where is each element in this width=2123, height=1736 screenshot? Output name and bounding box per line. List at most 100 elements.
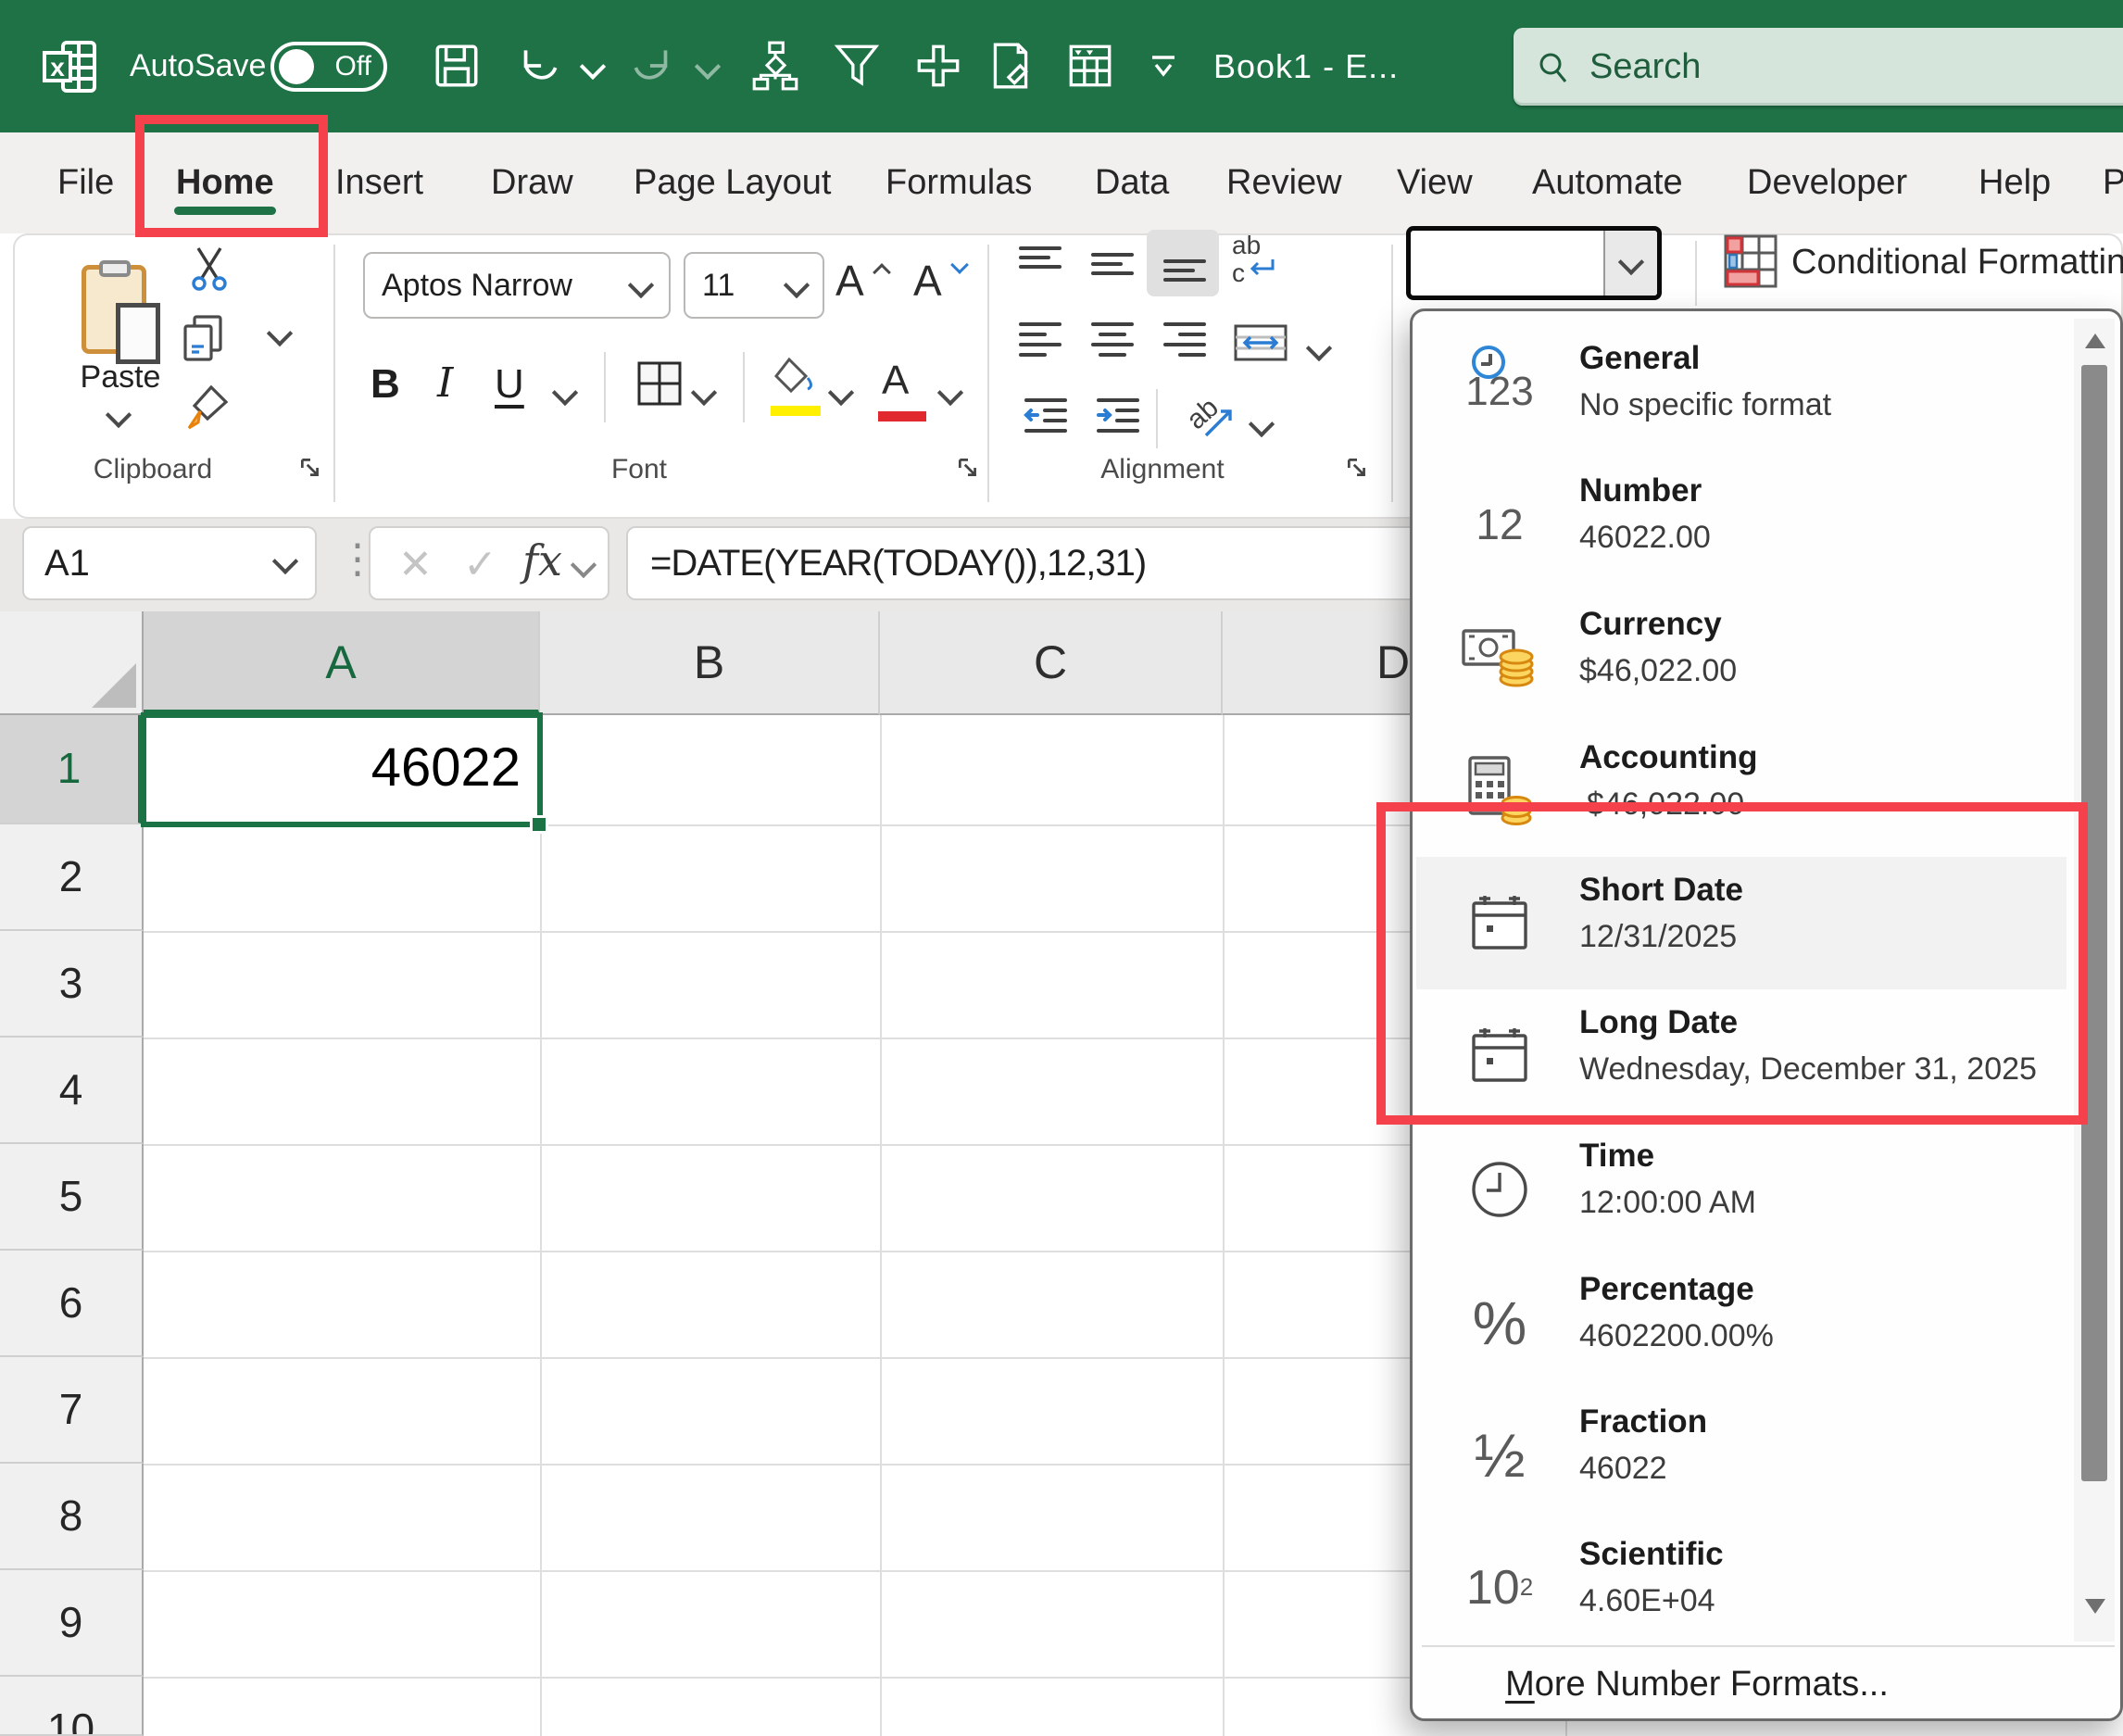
row-header-1[interactable]: 1 — [0, 715, 144, 824]
scroll-down-icon[interactable] — [2085, 1599, 2105, 1614]
excel-logo-icon: x — [41, 37, 100, 101]
orientation-icon[interactable]: ab — [1187, 398, 1218, 430]
clipboard-dialog-launcher-icon[interactable] — [298, 456, 322, 480]
tab-view[interactable]: View — [1397, 132, 1473, 233]
fx-dropdown-icon[interactable] — [571, 552, 597, 578]
name-box-dropdown-icon[interactable] — [272, 548, 298, 574]
tab-developer[interactable]: Developer — [1747, 132, 1907, 233]
row-header-6[interactable]: 6 — [0, 1251, 144, 1357]
clipboard-group-label: Clipboard — [56, 454, 250, 485]
row-header-3[interactable]: 3 — [0, 931, 144, 1038]
tab-insert[interactable]: Insert — [335, 132, 423, 233]
shrink-font-button[interactable]: A — [913, 256, 964, 306]
more-number-formats-button[interactable]: More Number Formats... — [1413, 1647, 2120, 1717]
currency-icon — [1444, 591, 1555, 723]
decrease-indent-icon[interactable] — [1021, 393, 1071, 447]
select-all-corner[interactable] — [0, 611, 144, 715]
font-dialog-launcher-icon[interactable] — [956, 456, 980, 480]
menu-item-fraction[interactable]: ½ Fraction 46022 — [1416, 1389, 2066, 1521]
conditional-formatting-icon[interactable] — [1723, 233, 1778, 294]
format-painter-icon[interactable] — [180, 382, 233, 440]
italic-button[interactable]: I — [437, 359, 453, 407]
font-name-combo[interactable]: Aptos Narrow — [363, 252, 671, 319]
copy-icon[interactable] — [176, 311, 232, 371]
enter-icon[interactable]: ✓ — [463, 541, 497, 588]
bold-button[interactable]: B — [371, 361, 400, 408]
item-example: 12:00:00 AM — [1579, 1185, 1756, 1221]
row-header-9[interactable]: 9 — [0, 1570, 144, 1677]
document-title[interactable]: Book1 - E... — [1213, 0, 1399, 132]
menu-item-time[interactable]: Time 12:00:00 AM — [1416, 1123, 2066, 1255]
row-header-7[interactable]: 7 — [0, 1357, 144, 1464]
paste-button[interactable]: Paste — [56, 359, 185, 396]
merge-center-icon[interactable] — [1232, 317, 1289, 371]
table-icon[interactable] — [1063, 39, 1117, 93]
wrap-text-icon[interactable]: ab c — [1232, 233, 1276, 285]
customize-qat-icon[interactable] — [1145, 52, 1182, 90]
align-right-icon[interactable] — [1160, 317, 1210, 371]
align-left-icon[interactable] — [1015, 317, 1065, 371]
menu-item-number[interactable]: 12 Number 46022.00 — [1416, 458, 2066, 590]
menu-item-currency[interactable]: Currency $46,022.00 — [1416, 591, 2066, 723]
autosave-state: Off — [335, 45, 371, 88]
redo-icon[interactable] — [626, 39, 680, 93]
cut-icon[interactable] — [183, 243, 235, 299]
number-format-dropdown-button[interactable] — [1603, 231, 1657, 296]
cancel-icon[interactable]: ✕ — [398, 541, 433, 588]
undo-dropdown-icon[interactable] — [580, 54, 606, 80]
add-cells-icon[interactable] — [911, 39, 965, 93]
row-header-5[interactable]: 5 — [0, 1144, 144, 1251]
insert-function-icon[interactable]: fx — [522, 535, 562, 585]
font-size-combo[interactable]: 11 — [684, 252, 824, 319]
tab-file[interactable]: File — [57, 132, 114, 233]
paste-clipboard-icon[interactable] — [82, 265, 146, 354]
grow-font-button[interactable]: A — [835, 256, 886, 306]
fill-handle[interactable] — [530, 815, 548, 834]
redo-dropdown-icon[interactable] — [695, 54, 721, 80]
search-input[interactable]: Search — [1514, 28, 2123, 106]
tab-page-layout[interactable]: Page Layout — [634, 132, 831, 233]
item-title: Currency — [1579, 606, 1737, 643]
column-header-c[interactable]: C — [880, 611, 1223, 715]
middle-align-icon[interactable] — [1087, 239, 1137, 294]
alignment-dialog-launcher-icon[interactable] — [1345, 456, 1369, 480]
undo-icon[interactable] — [511, 39, 565, 93]
bottom-align-icon[interactable] — [1160, 239, 1210, 294]
active-cell-a1[interactable]: 46022 — [141, 712, 543, 827]
borders-icon[interactable] — [634, 358, 685, 414]
top-align-icon[interactable] — [1015, 239, 1065, 294]
increase-indent-icon[interactable] — [1093, 393, 1143, 447]
menu-item-scientific[interactable]: 102 Scientific 4.60E+04 — [1416, 1521, 2066, 1654]
underline-button[interactable]: U — [495, 361, 524, 408]
menu-item-general[interactable]: 123 General No specific format — [1416, 325, 2066, 458]
filter-icon[interactable] — [830, 39, 884, 93]
row-header-4[interactable]: 4 — [0, 1038, 144, 1144]
align-center-icon[interactable] — [1087, 317, 1137, 371]
name-box[interactable]: A1 — [22, 526, 317, 600]
row-header-2[interactable]: 2 — [0, 824, 144, 931]
tab-help[interactable]: Help — [1979, 132, 2051, 233]
column-header-b[interactable]: B — [540, 611, 880, 715]
font-color-bar — [878, 411, 926, 421]
item-title: Accounting — [1579, 739, 1757, 776]
hierarchy-icon[interactable] — [748, 39, 802, 93]
scroll-up-icon[interactable] — [2085, 333, 2105, 348]
document-pen-icon[interactable] — [984, 39, 1037, 93]
tab-p-clipped[interactable]: P — [2103, 132, 2123, 233]
autosave-toggle[interactable]: Off — [270, 42, 387, 92]
row-header-8[interactable]: 8 — [0, 1464, 144, 1570]
tab-automate[interactable]: Automate — [1532, 132, 1683, 233]
tab-data[interactable]: Data — [1095, 132, 1169, 233]
row-header-10[interactable]: 10 — [0, 1677, 144, 1736]
tab-draw[interactable]: Draw — [491, 132, 573, 233]
font-color-button[interactable]: A — [882, 358, 909, 404]
menu-item-percentage[interactable]: % Percentage 4602200.00% — [1416, 1256, 2066, 1389]
tab-formulas[interactable]: Formulas — [886, 132, 1032, 233]
gridline — [540, 715, 542, 1736]
column-header-a[interactable]: A — [144, 611, 540, 715]
number-format-combo[interactable] — [1406, 226, 1662, 300]
fill-color-icon[interactable] — [771, 354, 821, 409]
conditional-formatting-button[interactable]: Conditional Formatting — [1791, 243, 2123, 283]
tab-review[interactable]: Review — [1226, 132, 1342, 233]
save-icon[interactable] — [430, 39, 484, 93]
